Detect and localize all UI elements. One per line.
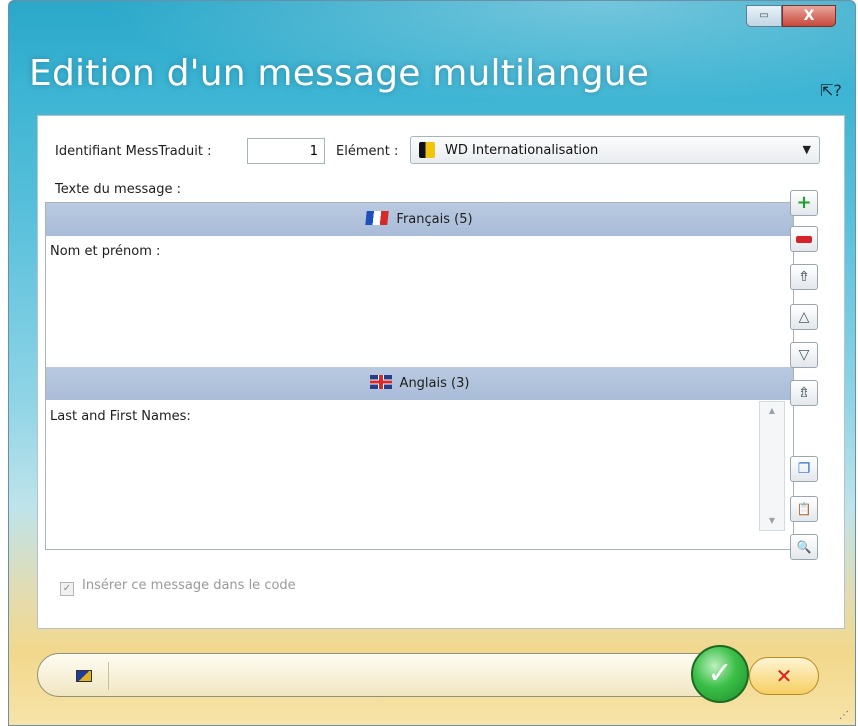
move-bottom-button[interactable]: ⇯ [790,380,818,406]
double-chevron-up-icon: ⇮ [798,269,810,285]
element-value: WD Internationalisation [445,143,599,158]
move-down-button[interactable]: ▽ [790,342,818,368]
project-icon [419,142,435,158]
language-name: Français (5) [396,212,473,227]
insert-code-checkbox[interactable]: ✓ Insérer ce message dans le code [60,578,296,596]
message-editor: Français (5) Nom et prénom : Anglais (3)… [45,202,794,550]
paste-icon: 📋 [796,502,812,516]
plus-icon: + [796,192,812,213]
english-text-area[interactable]: Last and First Names: [50,409,750,539]
minus-icon [796,235,812,243]
double-chevron-down-icon: ⇯ [798,385,810,401]
ok-button[interactable]: ✓ [691,645,749,703]
add-language-button[interactable]: + [790,190,818,216]
status-divider [108,662,109,690]
english-scrollbar[interactable]: ▲ ▼ [759,401,785,531]
close-icon: ✕ [775,664,793,688]
id-label: Identifiant MessTraduit : [55,144,212,159]
flag-fr-icon [365,211,390,225]
scroll-down-icon[interactable]: ▼ [760,512,784,530]
language-name: Anglais (3) [399,376,470,391]
message-label: Texte du message : [55,182,181,197]
chevron-up-icon: △ [798,309,810,325]
checkbox-label: Insérer ce message dans le code [82,578,296,593]
copy-button[interactable]: ❐ [790,456,818,482]
search-button[interactable]: 🔍 [790,534,818,560]
dialog-window: ▭ X Edition d'un message multilangue ⇱? … [8,0,856,726]
scroll-up-icon[interactable]: ▲ [760,402,784,420]
paste-button[interactable]: 📋 [790,496,818,522]
id-field[interactable]: 1 [247,138,325,164]
check-icon: ✓ [707,656,733,691]
checkbox-check-icon[interactable]: ✓ [60,582,74,596]
copy-icon: ❐ [797,461,811,477]
flag-uk-icon [369,375,392,389]
page-title: Edition d'un message multilangue [29,53,650,94]
cancel-button[interactable]: ✕ [749,657,819,695]
element-label: Elément : [336,144,399,159]
status-bar [37,653,743,697]
main-panel: Identifiant MessTraduit : 1 Elément : WD… [37,115,845,629]
resize-grip-icon[interactable]: ⋰ [839,710,849,721]
magnifier-icon: 🔍 [796,540,812,554]
french-text-area[interactable]: Nom et prénom : [50,244,787,364]
chevron-down-icon[interactable]: ▼ [803,143,811,156]
help-cursor-icon[interactable]: ⇱? [820,81,842,100]
language-flag-icon[interactable] [76,670,92,682]
minimize-icon: ▭ [759,10,769,21]
move-top-button[interactable]: ⇮ [790,264,818,290]
close-button[interactable]: X [782,5,836,27]
language-header-french: Français (5) [46,203,793,236]
remove-language-button[interactable] [790,226,818,252]
language-header-english: Anglais (3) [46,367,793,400]
close-icon: X [803,8,815,24]
element-select[interactable]: WD Internationalisation ▼ [410,136,820,164]
chevron-down-icon: ▽ [798,347,810,363]
move-up-button[interactable]: △ [790,304,818,330]
minimize-button[interactable]: ▭ [746,5,782,27]
